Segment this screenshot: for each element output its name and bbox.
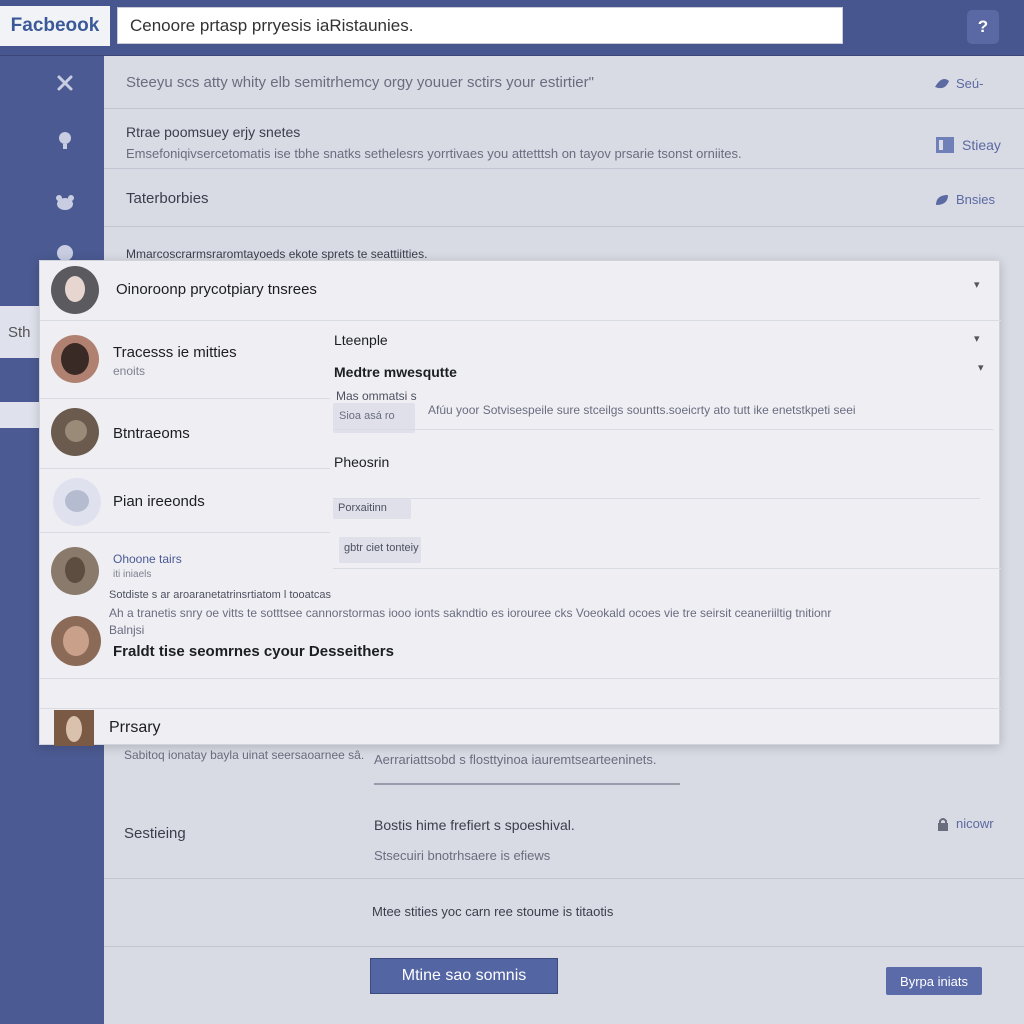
- list-item-sub: iti iniaels: [113, 569, 152, 580]
- avatar: [51, 616, 101, 666]
- link-settings-label: Stieay: [962, 137, 1001, 153]
- divider: [104, 108, 1024, 109]
- security-line1: Bostis hime frefiert s spoeshival.: [374, 817, 575, 833]
- leaf-icon: [936, 194, 948, 205]
- settings-icon: [936, 137, 954, 153]
- list-item-sub: enoits: [113, 364, 146, 378]
- lower-right-text: Aerrariattsobd s flosttyinoa iauremtsear…: [374, 752, 657, 767]
- list-item[interactable]: Tracesss ie mitties enoits: [40, 321, 330, 399]
- note-line: Ah a tranetis snry oe vitts te sotttsee …: [109, 606, 832, 620]
- rail-tab-secondary[interactable]: [0, 402, 40, 428]
- lower-slider[interactable]: [374, 783, 680, 785]
- primary-button[interactable]: Mtine sao somnis: [370, 958, 558, 994]
- item-label[interactable]: Fraldt tise seomrnes cyour Desseithers: [113, 643, 394, 660]
- lock-icon: [938, 817, 948, 831]
- field-description: Afúu yoor Sotvisespeile sure stceilgs so…: [428, 403, 856, 417]
- item-label[interactable]: Prrsary: [109, 719, 161, 737]
- avatar: [53, 478, 101, 526]
- section-label: Pheosrin: [334, 454, 390, 470]
- field-input[interactable]: Porxaitinn: [333, 499, 411, 519]
- privacy-dialog: Oinoroonp prycotpiary tnsrees ▾ Tracesss…: [39, 260, 1001, 746]
- top-bar: Facbeook Cenoore prtasp prryesis iaRista…: [0, 0, 1024, 56]
- list-item-label: Ohoone tairs: [113, 552, 182, 566]
- section-label: Medtre mwesqutte: [334, 364, 457, 380]
- list-item-label: Pian ireeonds: [113, 493, 205, 510]
- link-top[interactable]: Seú-: [934, 76, 983, 91]
- note-line: Balnjsi: [109, 623, 145, 637]
- bulb-icon[interactable]: [52, 128, 78, 154]
- field-value: Porxaitinn: [338, 502, 387, 514]
- field-value: gbtr ciet tonteiy: [344, 542, 419, 554]
- secondary-button[interactable]: Byrpa iniats: [886, 967, 982, 995]
- field-value: Sioa asá ro: [339, 410, 395, 422]
- link-settings[interactable]: Stieay: [934, 134, 1001, 156]
- bird-icon: [935, 78, 949, 88]
- chevron-small-icon[interactable]: ▾: [978, 361, 984, 374]
- search-input[interactable]: Cenoore prtasp prryesis iaRistaunies.: [117, 7, 843, 44]
- security-line3: Mtee stities yoc carn ree stoume is tita…: [372, 904, 614, 919]
- divider: [40, 708, 1001, 709]
- list-item-label: Tracesss ie mitties: [113, 344, 237, 361]
- avatar: [51, 547, 99, 595]
- dialog-title: Oinoroonp prycotpiary tnsrees: [116, 281, 317, 298]
- security-line2: Stsecuiri bnotrhsaere is efiews: [374, 848, 551, 863]
- intro-text: Steeyu scs atty whity elb semitrhemcy or…: [126, 74, 594, 91]
- facebook-logo[interactable]: Facbeook: [0, 6, 110, 46]
- link-security-label: nicowr: [956, 816, 994, 831]
- help-button[interactable]: ?: [967, 10, 999, 44]
- field-label: Mas ommatsi s: [336, 389, 417, 403]
- divider: [333, 429, 993, 430]
- wrench-icon[interactable]: [52, 70, 78, 96]
- lower-small-text: Sabitoq ionatay bayla uinat seersaoarnee…: [124, 748, 365, 762]
- rail-tab-label: Sth: [8, 323, 31, 341]
- avatar: [51, 408, 99, 456]
- link-section2[interactable]: Bnsies: [934, 192, 995, 207]
- divider: [333, 498, 980, 499]
- avatar: [54, 710, 94, 746]
- section2-title: Taterborbies: [126, 190, 209, 207]
- section1-desc: Emsefoniqivsercetomatis ise tbhe snatks …: [126, 146, 742, 161]
- divider: [104, 946, 1024, 947]
- security-title: Sestieing: [124, 825, 186, 842]
- divider: [104, 226, 1024, 227]
- section1-title: Rtrae poomsuey erjy snetes: [126, 124, 301, 140]
- list-item[interactable]: Ohoone tairs iti iniaels: [40, 533, 330, 595]
- section-label: Lteenple: [334, 332, 388, 348]
- list-item[interactable]: Pian ireeonds: [40, 469, 330, 533]
- list-item[interactable]: Btntraeoms: [40, 399, 330, 469]
- chevron-down-icon[interactable]: ▾: [974, 278, 980, 291]
- bird-icon[interactable]: [52, 190, 78, 216]
- field-input[interactable]: gbtr ciet tonteiy: [339, 537, 421, 563]
- divider: [104, 168, 1024, 169]
- divider: [333, 568, 1001, 569]
- divider: [104, 878, 1024, 879]
- dialog-header: Oinoroonp prycotpiary tnsrees ▾: [40, 261, 1001, 321]
- note-line: Sotdiste s ar aroaranetatrinsrtiatom l t…: [109, 589, 331, 601]
- list-item-label: Btntraeoms: [113, 425, 190, 442]
- link-section2-label: Bnsies: [956, 192, 996, 207]
- avatar: [51, 335, 99, 383]
- rail-tab-settings[interactable]: Sth: [0, 306, 40, 358]
- link-top-label: Seú-: [956, 76, 984, 91]
- divider: [40, 678, 1001, 679]
- section3-title: Mmarcoscrarmsraromtayoeds ekote sprets t…: [126, 247, 428, 261]
- link-security[interactable]: nicowr: [936, 816, 994, 831]
- avatar: [51, 266, 99, 314]
- chevron-down-icon[interactable]: ▾: [974, 332, 980, 345]
